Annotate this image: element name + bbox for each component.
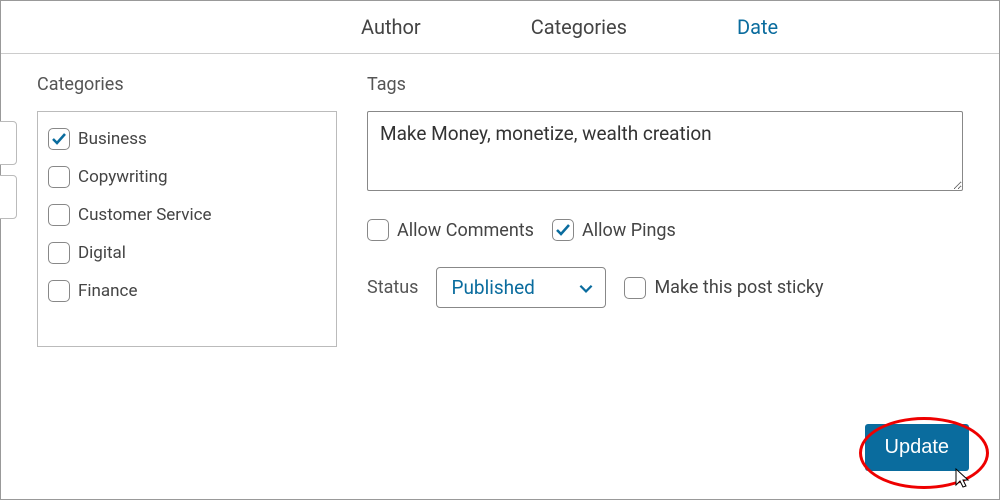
column-tabs: Author Categories Date xyxy=(1,1,999,54)
tab-author[interactable]: Author xyxy=(361,15,421,39)
checkbox-sticky[interactable] xyxy=(624,277,646,299)
allow-pings-option[interactable]: Allow Pings xyxy=(552,219,676,241)
category-item[interactable]: Digital xyxy=(44,234,330,272)
category-item[interactable]: Customer Service xyxy=(44,196,330,234)
checkbox-digital[interactable] xyxy=(48,242,70,264)
status-label: Status xyxy=(367,277,418,298)
checkbox-customer-service[interactable] xyxy=(48,204,70,226)
update-button[interactable]: Update xyxy=(865,424,970,471)
checkbox-finance[interactable] xyxy=(48,280,70,302)
category-label: Digital xyxy=(78,243,126,263)
checkbox-copywriting[interactable] xyxy=(48,166,70,188)
categories-list[interactable]: Business Copywriting Customer Service Di… xyxy=(37,111,337,347)
allow-comments-option[interactable]: Allow Comments xyxy=(367,219,534,241)
tab-date[interactable]: Date xyxy=(737,15,778,39)
sticky-label: Make this post sticky xyxy=(654,277,823,298)
chevron-down-icon xyxy=(577,279,595,297)
tags-label: Tags xyxy=(367,74,963,95)
category-label: Business xyxy=(78,129,147,149)
category-item[interactable]: Business xyxy=(44,120,330,158)
allow-comments-label: Allow Comments xyxy=(397,220,534,241)
checkbox-allow-comments[interactable] xyxy=(367,219,389,241)
category-label: Finance xyxy=(78,281,137,301)
status-select[interactable]: Published xyxy=(436,267,606,308)
categories-label: Categories xyxy=(37,74,337,95)
category-label: Customer Service xyxy=(78,205,212,225)
side-tab-2[interactable] xyxy=(0,175,17,219)
tags-input[interactable] xyxy=(367,111,963,191)
checkbox-business[interactable] xyxy=(48,128,70,150)
allow-pings-label: Allow Pings xyxy=(582,220,676,241)
checkbox-allow-pings[interactable] xyxy=(552,219,574,241)
category-item[interactable]: Finance xyxy=(44,272,330,310)
side-tab-1[interactable] xyxy=(0,121,17,165)
category-item[interactable]: Copywriting xyxy=(44,158,330,196)
status-value: Published xyxy=(451,276,534,299)
tab-categories[interactable]: Categories xyxy=(531,15,627,39)
sticky-option[interactable]: Make this post sticky xyxy=(624,277,823,299)
quick-edit-panel: Author Categories Date Categories Busine… xyxy=(1,1,999,499)
side-tabs xyxy=(0,121,17,229)
category-label: Copywriting xyxy=(78,167,168,187)
